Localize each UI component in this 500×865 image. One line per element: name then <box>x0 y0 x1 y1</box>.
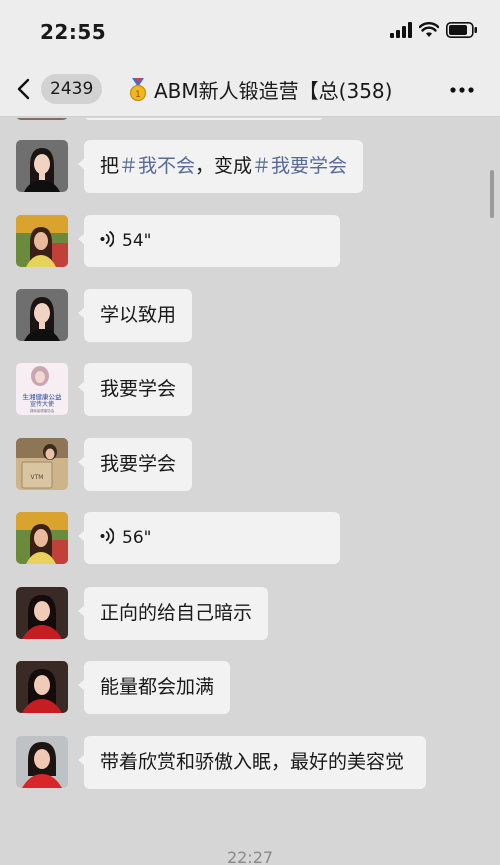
wifi-icon <box>419 22 439 37</box>
avatar[interactable] <box>16 215 68 267</box>
avatar[interactable] <box>16 140 68 192</box>
message-bubble[interactable]: 正向的给自己暗示 <box>77 587 269 640</box>
avatar-bag-text: VTM <box>31 474 44 481</box>
avatar[interactable] <box>16 289 68 341</box>
message-bubble[interactable] <box>84 118 324 120</box>
voice-message-bubble[interactable]: 54" <box>78 215 340 267</box>
status-bar: 22:55 <box>0 0 500 62</box>
message-bubble[interactable]: 把＃我不会，变成＃我要学会 <box>77 140 364 193</box>
voice-wave-icon <box>100 527 114 545</box>
voice-wave-icon <box>100 230 114 248</box>
message-text: 带着欣赏和骄傲入眠，最好的美容觉 <box>100 751 405 773</box>
medal-icon: 1 <box>129 78 147 102</box>
message-text: 正向的给自己暗示 <box>100 602 253 624</box>
message-bubble[interactable]: 我要学会 <box>77 438 193 491</box>
battery-icon <box>446 22 477 38</box>
message-bubble[interactable]: 能量都会加满 <box>77 661 231 714</box>
status-time: 22:55 <box>40 20 107 44</box>
message-text: 学以致用 <box>100 304 177 326</box>
avatar[interactable]: 生湘健康公益 宣传大使 湖南省健康协会 <box>16 363 68 415</box>
message-text: 把 <box>100 155 120 177</box>
avatar-card-text: 生湘健康公益 <box>23 392 63 401</box>
avatar[interactable] <box>16 512 68 564</box>
avatar-card-text: 宣传大使 <box>30 400 54 408</box>
avatar[interactable] <box>16 661 68 713</box>
hashtag-link[interactable]: ＃我不会 <box>119 155 195 177</box>
message-text: 能量都会加满 <box>100 676 215 698</box>
chat-title-text: ABM新人锻造营【总 <box>154 79 339 103</box>
message-text: ，变成 <box>195 155 253 177</box>
message-text: 我要学会 <box>100 378 177 400</box>
voice-message-bubble[interactable]: 56" <box>78 512 340 564</box>
avatar-card-text: 湖南省健康协会 <box>30 408 55 413</box>
avatar[interactable] <box>16 587 68 639</box>
unread-count-badge: 2439 <box>41 74 103 104</box>
cellular-signal-icon <box>390 22 412 38</box>
svg-text:1: 1 <box>135 90 141 100</box>
scrollbar-thumb[interactable] <box>490 170 494 218</box>
message-bubble[interactable]: 我要学会 <box>77 363 193 416</box>
chat-title[interactable]: 1 ABM新人锻造营【总(358) <box>128 78 433 104</box>
voice-duration: 56" <box>122 528 152 548</box>
avatar[interactable] <box>16 736 68 788</box>
message-timestamp: 22:27 <box>226 848 274 865</box>
voice-duration: 54" <box>122 231 152 251</box>
message-bubble[interactable]: 学以致用 <box>77 289 193 342</box>
hashtag-link[interactable]: ＃我要学会 <box>252 155 347 177</box>
message-bubble[interactable]: 带着欣赏和骄傲入眠，最好的美容觉 <box>78 736 426 789</box>
more-options-icon[interactable] <box>450 87 474 93</box>
message-list[interactable]: 把＃我不会，变成＃我要学会 54" 学以致用 生湘健康公益 宣传大使 湖南省健康… <box>0 118 500 865</box>
message-text: 我要学会 <box>100 453 177 475</box>
chat-header: 2439 1 ABM新人锻造营【总(358) <box>0 62 500 117</box>
member-count: (358) <box>338 79 393 103</box>
avatar[interactable]: VTM <box>16 438 68 490</box>
avatar[interactable] <box>16 118 68 120</box>
chevron-left-icon <box>17 78 30 100</box>
